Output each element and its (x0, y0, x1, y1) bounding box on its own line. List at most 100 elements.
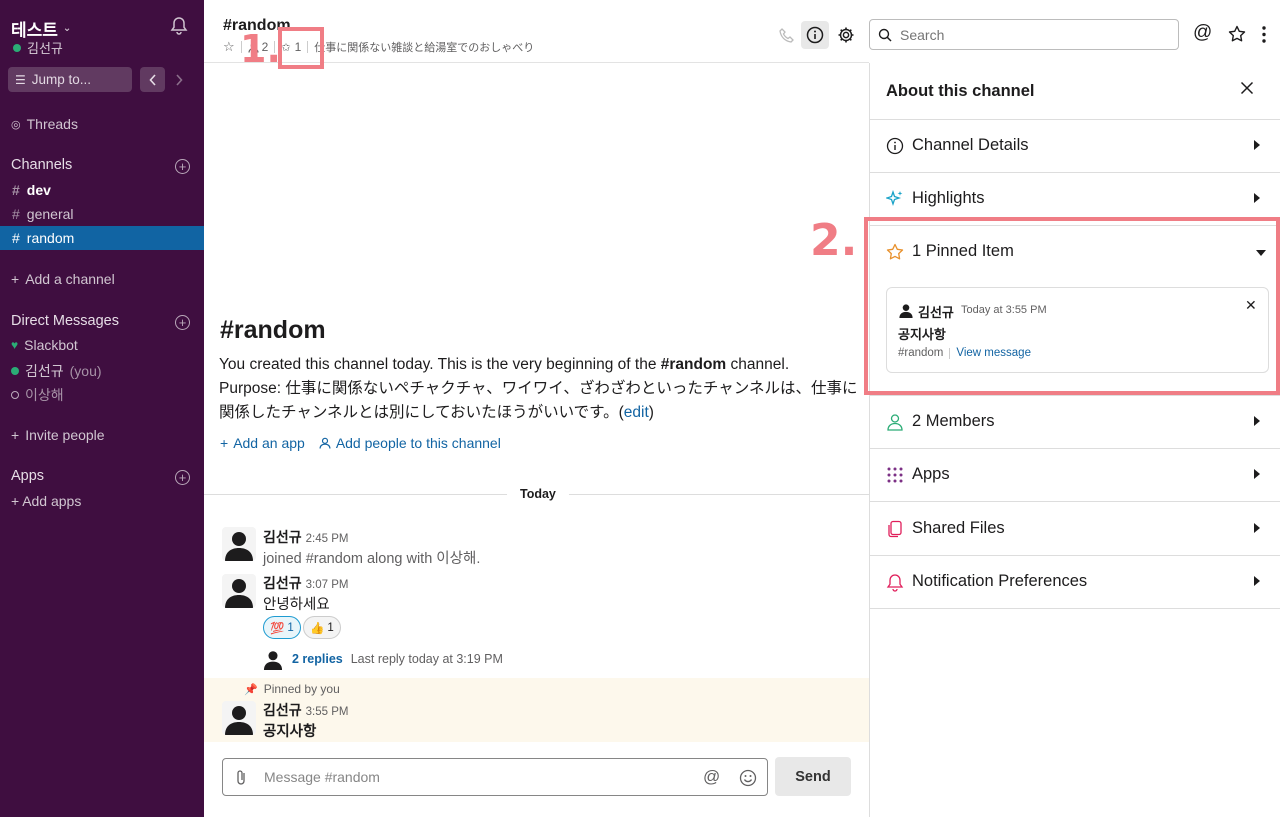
files-icon (888, 520, 902, 538)
paperclip-icon[interactable] (235, 769, 249, 786)
send-button[interactable]: Send (775, 757, 851, 796)
annotation-box-2 (864, 217, 1280, 395)
presence-active-icon (13, 43, 21, 52)
search-icon (878, 28, 892, 42)
star-icon[interactable]: ☆ (223, 39, 235, 55)
add-dm-plus-icon[interactable]: + (175, 315, 190, 330)
add-channel-plus-icon[interactable]: + (175, 159, 190, 174)
star-icon[interactable] (1228, 25, 1246, 43)
dm-self[interactable]: 김선규 (you) (11, 361, 102, 381)
channel-info-button[interactable] (801, 21, 829, 49)
mentions-button[interactable]: @ (1193, 22, 1212, 44)
threads-link[interactable]: ◎ Threads (11, 116, 78, 132)
mention-icon[interactable]: @ (703, 767, 720, 787)
panel-title: About this channel (886, 82, 1035, 100)
search-box[interactable] (869, 19, 1179, 50)
more-vertical-icon[interactable] (1262, 26, 1266, 43)
thread-replies[interactable]: 2 replies Last reply today at 3:19 PM (262, 648, 503, 670)
channel-view: #random ☆ 2 ✩ 1 仕事に関係ない雑談と給湯室でのおしゃべり #ra… (204, 0, 869, 817)
invite-people-label: Invite people (25, 427, 105, 443)
sparkle-icon (886, 190, 903, 207)
message-author[interactable]: 김선규 2:45 PM (263, 527, 348, 547)
edit-purpose-link[interactable]: edit (624, 404, 649, 421)
dm-slackbot[interactable]: ♥ Slackbot (11, 337, 78, 353)
message-timestamp[interactable]: 3:07 PM (306, 579, 349, 591)
pinned-indicator: 📌 Pinned by you (244, 682, 340, 696)
day-divider-label[interactable]: Today (507, 484, 569, 504)
bell-icon (886, 574, 904, 592)
chevron-down-icon: ⌄ (62, 23, 72, 34)
close-icon[interactable] (1240, 81, 1254, 95)
apps-heading[interactable]: Apps (11, 468, 44, 484)
current-user[interactable]: 김선규 (13, 38, 63, 57)
panel-row-shared-files[interactable]: Shared Files (870, 503, 1280, 556)
phone-icon (779, 28, 794, 43)
heart-icon: ♥ (11, 338, 19, 352)
search-input[interactable] (900, 26, 1160, 43)
jump-to-button[interactable]: ☰ Jump to... (8, 67, 132, 92)
channel-topic[interactable]: 仕事に関係ない雑談と給湯室でのおしゃべり (314, 39, 534, 55)
reply-count[interactable]: 2 replies (292, 652, 343, 666)
plus-icon: + (11, 271, 20, 287)
message-timestamp[interactable]: 2:45 PM (306, 533, 349, 545)
caret-right-icon (1254, 416, 1260, 426)
channel-settings-button[interactable] (832, 21, 860, 49)
dm-you-suffix: (you) (69, 363, 102, 379)
add-channel-label: Add a channel (25, 271, 115, 287)
message-author[interactable]: 김선규 3:55 PM (263, 700, 348, 720)
sidebar-channel-dev[interactable]: # dev (0, 178, 204, 202)
history-forward-button[interactable] (166, 67, 191, 92)
avatar[interactable] (222, 701, 256, 735)
caret-right-icon (1254, 193, 1260, 203)
add-apps-link[interactable]: + Add apps (11, 493, 81, 509)
channel-label: dev (26, 182, 51, 198)
dm-label: 김선규 (25, 363, 64, 379)
plus-icon: + (220, 435, 229, 451)
intro-channel-name[interactable]: #random (661, 356, 726, 373)
reaction-thumbsup[interactable]: 👍 1 (303, 616, 341, 639)
message-timestamp[interactable]: 3:55 PM (306, 706, 349, 718)
panel-row-channel-details[interactable]: Channel Details (870, 120, 1280, 173)
channels-heading[interactable]: Channels (11, 157, 72, 173)
message-composer[interactable]: Message #random @ (222, 758, 768, 796)
panel-row-apps[interactable]: Apps (870, 449, 1280, 502)
reaction-count: 1 (287, 621, 294, 634)
panel-row-members[interactable]: 2 Members (870, 396, 1280, 449)
hundred-emoji-icon: 💯 (270, 622, 285, 635)
jump-to-label: Jump to... (31, 72, 92, 87)
message-input[interactable]: Message #random (264, 769, 380, 785)
panel-row-notifications[interactable]: Notification Preferences (870, 556, 1280, 609)
avatar[interactable] (222, 527, 256, 561)
add-people-label: Add people to this channel (335, 435, 501, 451)
sidebar-channel-general[interactable]: # general (0, 202, 204, 226)
dm-heading[interactable]: Direct Messages (11, 313, 119, 329)
dm-other-user[interactable]: 이상해 (11, 385, 64, 405)
add-app-plus-icon[interactable]: + (175, 470, 190, 485)
avatar[interactable] (222, 574, 256, 608)
reaction-hundred[interactable]: 💯 1 (263, 616, 301, 639)
caret-right-icon (1254, 469, 1260, 479)
emoji-icon[interactable] (739, 769, 757, 787)
call-button[interactable] (773, 21, 801, 49)
person-icon (887, 414, 903, 431)
add-app-link[interactable]: + Add an app (220, 435, 305, 451)
bell-icon[interactable] (170, 16, 188, 35)
last-reply: Last reply today at 3:19 PM (350, 652, 503, 666)
panel-row-label: 2 Members (912, 412, 995, 430)
add-people-link[interactable]: Add people to this channel (319, 435, 501, 451)
dm-label: Slackbot (24, 337, 78, 353)
channel-intro-title: #random (220, 316, 326, 344)
intro-line1-post: channel. (726, 356, 790, 373)
intro-purpose: Purpose: 仕事に関係ないペチャクチャ、ワイワイ、ざわざわといったチャンネ… (219, 380, 858, 421)
sidebar-channel-random[interactable]: # random (0, 226, 204, 250)
panel-row-label: Channel Details (912, 136, 1029, 154)
thumbs-up-emoji-icon: 👍 (310, 622, 325, 635)
plus-icon: + (11, 493, 20, 509)
hash-icon: # (12, 206, 20, 222)
info-icon (886, 137, 904, 155)
history-back-button[interactable] (140, 67, 165, 92)
info-icon (806, 26, 824, 44)
message-author[interactable]: 김선규 3:07 PM (263, 573, 348, 593)
add-channel-link[interactable]: + Add a channel (11, 271, 115, 287)
invite-people-link[interactable]: + Invite people (11, 427, 105, 443)
